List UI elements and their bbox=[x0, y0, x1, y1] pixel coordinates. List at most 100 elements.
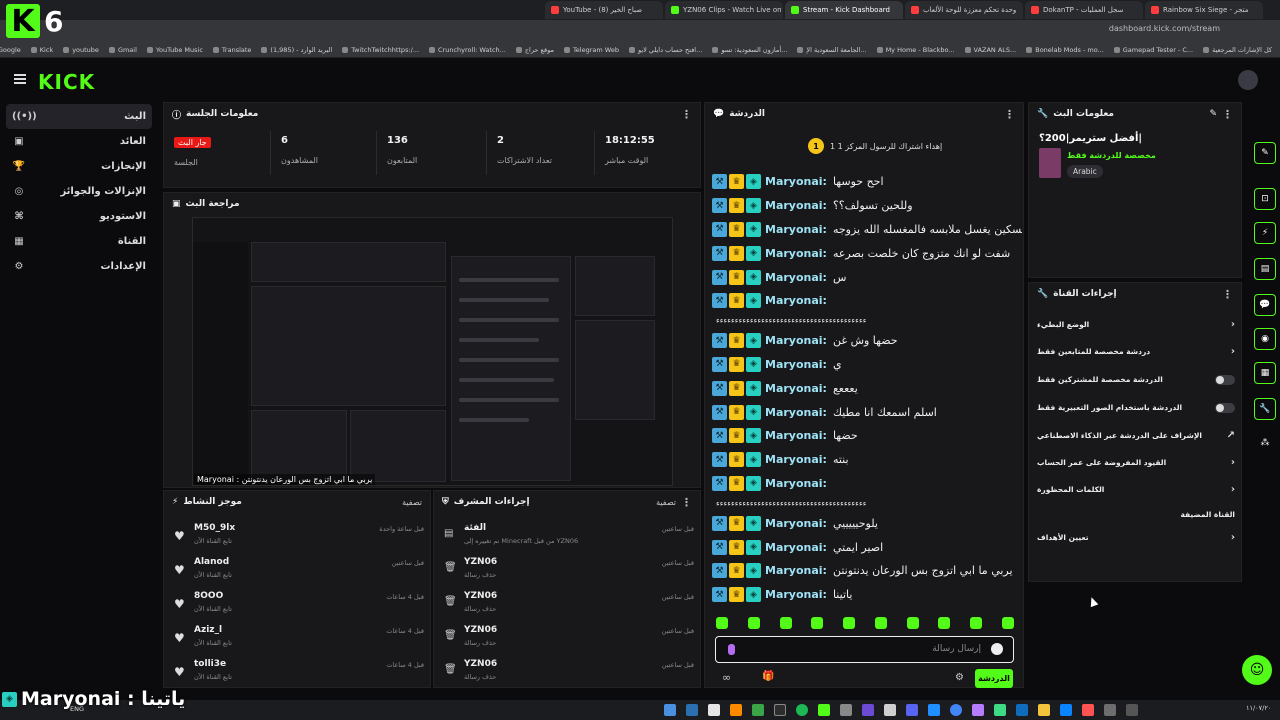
bookmark[interactable]: افتح حساب دايلي لايو... bbox=[629, 46, 702, 54]
emote-icon[interactable] bbox=[906, 617, 919, 629]
chat-message[interactable]: ⚒ ♛ ◈ Maryonai: bbox=[712, 472, 1022, 496]
setting-account-age[interactable]: القيود المفروضة على عمر الحساب › bbox=[1029, 449, 1243, 476]
bookmark[interactable]: youtube bbox=[63, 46, 99, 54]
taskbar-app-icon[interactable] bbox=[1082, 704, 1094, 716]
bookmark[interactable]: Google bbox=[0, 46, 21, 54]
chat-message[interactable]: ⚒ ♛ ◈ Maryonai: ي bbox=[712, 353, 1022, 377]
chat-send-button[interactable]: الدردشة bbox=[975, 669, 1013, 688]
bookmark[interactable]: My Home - Blackbo... bbox=[877, 46, 955, 54]
chat-message[interactable]: ⚒ ♛ ◈ Maryonai: وللحين تسولف؟؟ bbox=[712, 194, 1022, 218]
spotify-icon[interactable] bbox=[796, 704, 808, 716]
more-options-icon[interactable]: ⋮ bbox=[1004, 108, 1015, 121]
bookmark[interactable]: VAZAN ALS... bbox=[965, 46, 1017, 54]
support-chat-button[interactable]: ☺ bbox=[1242, 655, 1272, 685]
microphone-icon[interactable] bbox=[728, 644, 735, 655]
file-explorer-icon[interactable] bbox=[1038, 704, 1050, 716]
chat-username[interactable]: Maryonai: bbox=[765, 223, 827, 236]
system-clock[interactable]: ١١/٠٧/٢٠ bbox=[1246, 704, 1271, 712]
chat-message-continuation[interactable]: ءءءءءءءءءءءءءءءءءءءءءءءءءءءءءءءءءءءءءءءء bbox=[712, 495, 1022, 511]
url-text[interactable]: dashboard.kick.com/stream bbox=[1109, 24, 1220, 33]
sidebar-item-studio[interactable]: ⌘ الاستوديو bbox=[0, 204, 158, 229]
taskbar-app-icon[interactable] bbox=[1016, 704, 1028, 716]
chat-username[interactable]: Maryonai: bbox=[765, 406, 827, 419]
chat-username[interactable]: Maryonai: bbox=[765, 358, 827, 371]
bookmark[interactable]: أمازون السعودية: تسو... bbox=[712, 46, 787, 54]
chat-message-input[interactable]: إرسال رسالة bbox=[715, 636, 1014, 663]
wrench-icon[interactable]: 🔧 bbox=[1254, 398, 1276, 420]
emoji-icon[interactable] bbox=[991, 643, 1003, 655]
discord-icon[interactable] bbox=[906, 704, 918, 716]
bookmark[interactable]: Kick bbox=[31, 46, 53, 54]
emotes-only-toggle[interactable] bbox=[1215, 402, 1235, 413]
lightning-icon[interactable]: ⚡ bbox=[1254, 222, 1276, 244]
chat-message[interactable]: ⚒ ♛ ◈ Maryonai: اسلم اسمعك انا مطيك bbox=[712, 400, 1022, 424]
taskbar-app-icon[interactable] bbox=[708, 704, 720, 716]
bookmark[interactable]: Bonelab Mods - mo... bbox=[1026, 46, 1104, 54]
chat-username[interactable]: Maryonai: bbox=[765, 199, 827, 212]
chat-username[interactable]: Maryonai: bbox=[765, 294, 827, 307]
bookmark[interactable]: YouTube Music bbox=[147, 46, 203, 54]
chat-icon[interactable]: 💬 bbox=[1254, 294, 1276, 316]
chat-username[interactable]: Maryonai: bbox=[765, 271, 827, 284]
document-icon[interactable]: ▤ bbox=[1254, 258, 1276, 280]
taskbar-app-icon[interactable] bbox=[686, 704, 698, 716]
taskbar-app-icon[interactable] bbox=[1104, 704, 1116, 716]
browser-tab[interactable]: YZN06 Clips - Watch Live on Kick bbox=[665, 1, 783, 19]
chat-message[interactable]: ⚒ ♛ ◈ Maryonai: bbox=[712, 289, 1022, 313]
keyboard-language[interactable]: ENG bbox=[70, 705, 84, 713]
bookmark[interactable]: (1,985) - البريد الوارد bbox=[261, 46, 332, 54]
bookmark[interactable]: Gmail bbox=[109, 46, 137, 54]
sidebar-item-stream[interactable]: ((•)) البث bbox=[6, 104, 152, 129]
bookmark[interactable]: Telegram Web bbox=[564, 46, 619, 54]
bookmark[interactable]: Translate bbox=[213, 46, 252, 54]
chat-username[interactable]: Maryonai: bbox=[765, 517, 827, 530]
chat-username[interactable]: Maryonai: bbox=[765, 334, 827, 347]
pencil-icon[interactable]: ✎ bbox=[1209, 109, 1217, 119]
address-bar[interactable]: dashboard.kick.com/stream bbox=[0, 20, 1280, 42]
chat-username[interactable]: Maryonai: bbox=[765, 477, 827, 490]
mod-action-title[interactable]: YZN06 bbox=[464, 625, 497, 635]
taskbar-app-icon[interactable] bbox=[664, 704, 676, 716]
stream-preview-video[interactable] bbox=[192, 217, 673, 486]
emote-icon[interactable] bbox=[1001, 617, 1014, 629]
browser-tab[interactable]: YouTube - صباح الخير (8) bbox=[545, 1, 663, 19]
emote-icon[interactable] bbox=[970, 617, 983, 629]
taskbar-app-icon[interactable] bbox=[862, 704, 874, 716]
taskbar-app-icon[interactable] bbox=[928, 704, 940, 716]
broadcast-icon[interactable]: ◉ bbox=[1254, 328, 1276, 350]
pinned-gift-message[interactable]: 1 1 إهداء اشتراك للرسول المركز 1 bbox=[808, 138, 942, 154]
emote-icon[interactable] bbox=[779, 617, 792, 629]
sidebar-item-drops[interactable]: ◎ الإنزالات والجوائز bbox=[0, 179, 158, 204]
windows-start-icon[interactable] bbox=[1060, 704, 1072, 716]
bookmark[interactable]: Gamepad Tester - C... bbox=[1114, 46, 1193, 54]
share-icon[interactable]: ⁂ bbox=[1254, 432, 1276, 454]
activity-username[interactable]: Alanod bbox=[194, 557, 229, 567]
emote-icon[interactable] bbox=[843, 617, 856, 629]
activity-username[interactable]: 8OOO bbox=[194, 591, 223, 601]
activity-username[interactable]: Aziz_l bbox=[194, 625, 222, 635]
chat-message[interactable]: ⚒ ♛ ◈ Maryonai: يعععع bbox=[712, 376, 1022, 400]
chat-message[interactable]: ⚒ ♛ ◈ Maryonai: بنته bbox=[712, 448, 1022, 472]
chat-message[interactable]: ⚒ ♛ ◈ Maryonai: اصير ايمتي bbox=[712, 535, 1022, 559]
browser-tab[interactable]: DokanTP - سجل العمليات bbox=[1025, 1, 1143, 19]
chat-message[interactable]: ⚒ ♛ ◈ Maryonai: يربي ما ابي اتزوج بس الورعان… bbox=[712, 559, 1022, 583]
bookmark[interactable]: TwitchTwitchhttps:/... bbox=[342, 46, 419, 54]
taskbar-app-icon[interactable] bbox=[752, 704, 764, 716]
chat-username[interactable]: Maryonai: bbox=[765, 588, 827, 601]
sidebar-item-achievements[interactable]: 🏆 الإنجازات bbox=[0, 154, 158, 179]
taskbar-app-icon[interactable] bbox=[840, 704, 852, 716]
kick-icon[interactable] bbox=[818, 704, 830, 716]
layout-icon[interactable]: ▦ bbox=[1254, 362, 1276, 384]
emote-icon[interactable] bbox=[811, 617, 824, 629]
emote-icon[interactable] bbox=[716, 617, 728, 629]
taskbar-app-icon[interactable] bbox=[972, 704, 984, 716]
user-avatar[interactable] bbox=[1238, 70, 1258, 90]
chat-message[interactable]: ⚒ ♛ ◈ Maryonai: حضها bbox=[712, 424, 1022, 448]
more-options-icon[interactable]: ⋮ bbox=[681, 108, 692, 121]
taskbar-app-icon[interactable] bbox=[730, 704, 742, 716]
chat-message[interactable]: ⚒ ♛ ◈ Maryonai: حضها وش غن bbox=[712, 329, 1022, 353]
chat-message[interactable]: ⚒ ♛ ◈ Maryonai: يلوحيييييي bbox=[712, 511, 1022, 535]
chat-message[interactable]: ⚒ ♛ ◈ Maryonai: س bbox=[712, 265, 1022, 289]
taskbar-app-icon[interactable] bbox=[884, 704, 896, 716]
sidebar-item-settings[interactable]: ⚙ الإعدادات bbox=[0, 254, 158, 279]
